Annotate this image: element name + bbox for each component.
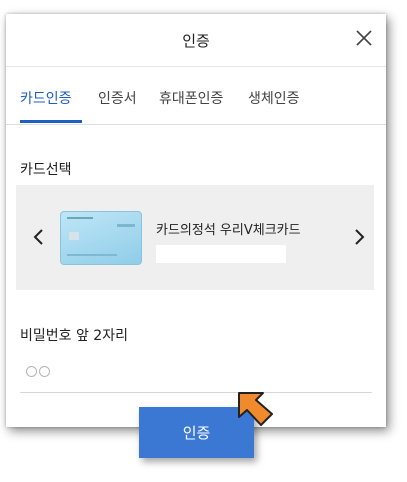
dialog-title: 인증: [182, 32, 210, 50]
card-selector: 카드의정석 우리V체크카드: [16, 185, 374, 290]
tab-biometric-auth[interactable]: 생체인증: [248, 88, 300, 108]
dialog-header: 인증: [6, 14, 386, 67]
card-image-logo: [117, 224, 135, 227]
password-label: 비밀번호 앞 2자리: [20, 328, 128, 344]
close-icon[interactable]: [354, 28, 374, 48]
active-tab-indicator: [20, 120, 82, 123]
password-digit-2: [39, 366, 50, 377]
card-name: 카드의정석 우리V체크카드: [156, 223, 301, 238]
tab-card-auth[interactable]: 카드인증: [20, 88, 72, 108]
chevron-left-icon[interactable]: [30, 227, 48, 247]
chevron-right-icon[interactable]: [350, 227, 368, 247]
card-image-brand-line: [67, 217, 93, 219]
card-chip: [69, 232, 79, 240]
password-underline: [20, 392, 372, 393]
tab-certificate[interactable]: 인증서: [98, 88, 137, 108]
card-image[interactable]: [60, 211, 142, 265]
auth-tabs: 카드인증 인증서 휴대폰인증 생체인증: [6, 66, 386, 125]
pointer-arrow-icon: [238, 392, 273, 426]
auth-dialog: 인증 카드인증 인증서 휴대폰인증 생체인증 카드선택 카드의정석 우리V체크카…: [6, 14, 386, 427]
card-image-stripe: [67, 254, 117, 256]
password-digit-1: [26, 366, 37, 377]
card-number-masked: [156, 245, 286, 263]
password-input[interactable]: [26, 366, 50, 377]
tab-phone-auth[interactable]: 휴대폰인증: [159, 88, 223, 108]
card-select-label: 카드선택: [20, 162, 72, 178]
